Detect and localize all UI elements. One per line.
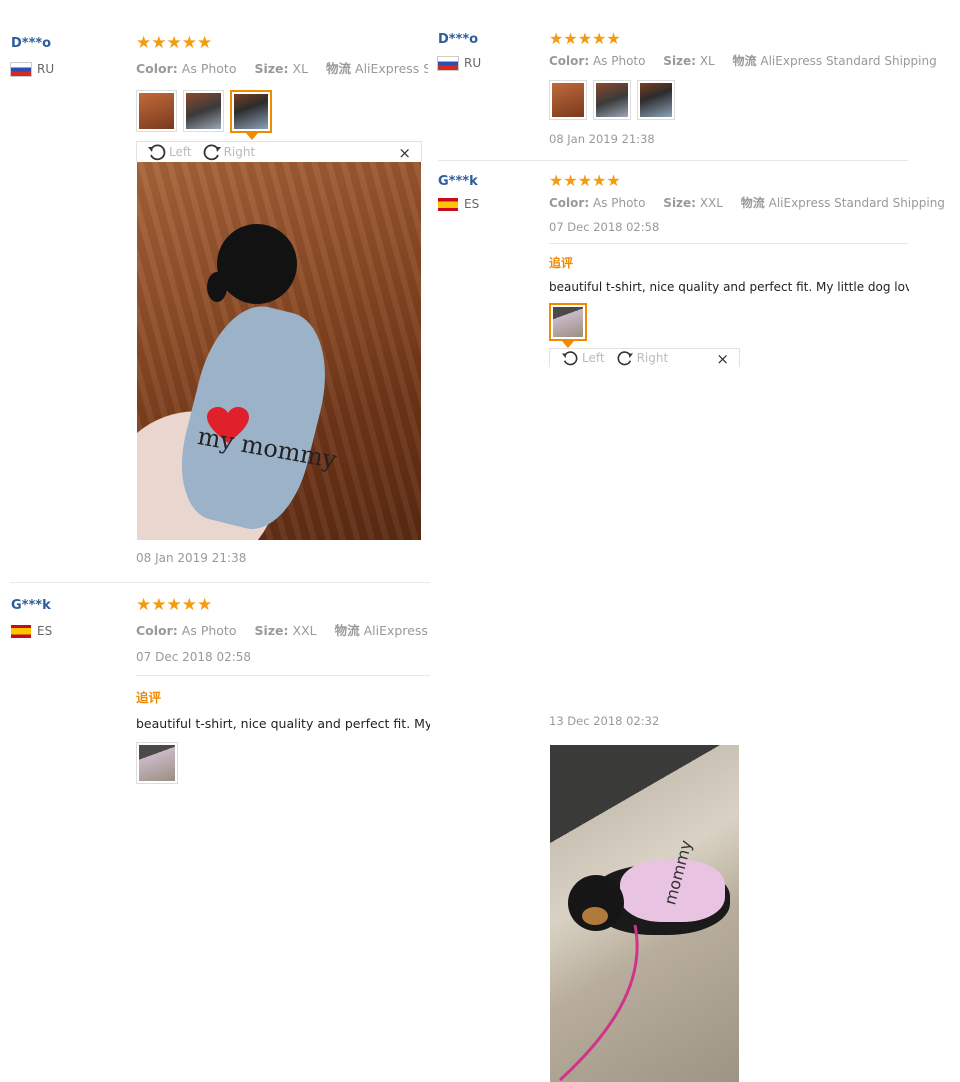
rotate-left-label: Left bbox=[169, 145, 192, 159]
rotate-left-button[interactable]: Left bbox=[147, 143, 192, 161]
order-info: Color: As Photo Size: XXL 物流 AliExpress … bbox=[549, 194, 949, 211]
color-label: Color: bbox=[549, 196, 590, 210]
leash-shape bbox=[558, 924, 639, 1082]
russia-flag-icon bbox=[437, 55, 459, 71]
rotate-right-icon bbox=[617, 351, 633, 366]
color-value: As Photo bbox=[181, 623, 237, 638]
order-info: Color: As Photo Size: XL 物流 AliExpress S… bbox=[136, 58, 428, 77]
shipping-label: 物流 bbox=[740, 196, 765, 210]
color-label: Color: bbox=[136, 623, 178, 638]
review-date: 07 Dec 2018 02:58 bbox=[549, 220, 660, 234]
order-info: Color: As Photo Size: XXL 物流 AliExpress … bbox=[136, 620, 428, 639]
size-label: Size: bbox=[663, 54, 696, 68]
dog-ear-shape bbox=[207, 272, 227, 302]
photo-viewer-toolbar: Left Right × bbox=[549, 348, 740, 368]
caret-down-icon bbox=[562, 341, 574, 348]
spain-flag-icon bbox=[11, 624, 31, 638]
country-code: ES bbox=[464, 197, 480, 211]
star-rating: ★★★★★ bbox=[549, 171, 621, 190]
review-text: beautiful t-shirt, nice quality and perf… bbox=[136, 716, 430, 731]
country-code: ES bbox=[37, 624, 53, 638]
review-divider bbox=[549, 243, 908, 244]
order-info: Color: As Photo Size: XL 物流 AliExpress S… bbox=[549, 52, 949, 69]
size-value: XXL bbox=[699, 196, 723, 210]
dog-shirt-shape bbox=[167, 295, 342, 539]
reviewer-country: RU bbox=[10, 61, 55, 77]
shipping-label: 物流 bbox=[334, 623, 360, 638]
review-photo-thumbnail[interactable] bbox=[136, 90, 177, 132]
color-value: As Photo bbox=[592, 54, 646, 68]
reviewer-name[interactable]: D***o bbox=[438, 32, 478, 47]
country-code: RU bbox=[37, 62, 55, 76]
review-date: 07 Dec 2018 02:58 bbox=[136, 650, 252, 664]
photo-date: 13 Dec 2018 02:32 bbox=[549, 714, 660, 728]
rotate-left-label: Left bbox=[582, 351, 605, 365]
color-label: Color: bbox=[136, 61, 178, 76]
review-photo-thumbnail[interactable] bbox=[549, 80, 587, 120]
photo-viewer-toolbar: Left Right × bbox=[136, 141, 422, 162]
size-label: Size: bbox=[254, 623, 289, 638]
rotate-right-icon bbox=[203, 144, 221, 161]
shipping-value: AliExpress Standard Shipping bbox=[363, 623, 428, 638]
shipping-value: AliExpress Standard Shipping bbox=[768, 196, 945, 210]
review-divider bbox=[438, 160, 908, 161]
additional-review-label: 追评 bbox=[549, 256, 574, 270]
reviewer-country: RU bbox=[437, 55, 482, 71]
color-value: As Photo bbox=[592, 196, 646, 210]
review-divider bbox=[10, 582, 430, 583]
reviewer-name[interactable]: G***k bbox=[438, 174, 478, 189]
review-date: 08 Jan 2019 21:38 bbox=[136, 551, 247, 565]
shipping-label: 物流 bbox=[732, 54, 757, 68]
color-value: As Photo bbox=[181, 61, 237, 76]
rotate-left-button[interactable]: Left bbox=[560, 350, 605, 366]
size-value: XXL bbox=[292, 623, 317, 638]
additional-review-label: 追评 bbox=[136, 690, 162, 705]
star-rating: ★★★★★ bbox=[136, 33, 213, 53]
country-code: RU bbox=[464, 56, 482, 70]
size-value: XL bbox=[699, 54, 715, 68]
shipping-value: AliExpress Standard Shipping bbox=[355, 61, 428, 76]
rotate-left-icon bbox=[148, 144, 166, 161]
dog-head-shape bbox=[217, 224, 297, 304]
review-photo-thumbnail[interactable] bbox=[183, 90, 224, 132]
rotate-right-label: Right bbox=[223, 145, 256, 159]
shipping-value: AliExpress Standard Shipping bbox=[760, 54, 937, 68]
review-photo-large: mommy bbox=[550, 745, 739, 1082]
star-rating: ★★★★★ bbox=[136, 595, 213, 615]
review-photo-large: my mommy bbox=[137, 162, 421, 540]
reviewer-name[interactable]: G***k bbox=[11, 598, 51, 613]
review-photo-thumbnail[interactable] bbox=[136, 742, 178, 784]
review-photo-thumbnail[interactable] bbox=[593, 80, 631, 120]
reviewer-country: ES bbox=[11, 624, 52, 638]
star-rating: ★★★★★ bbox=[549, 29, 621, 48]
shipping-label: 物流 bbox=[326, 61, 352, 76]
size-value: XL bbox=[292, 61, 309, 76]
russia-flag-icon bbox=[10, 61, 32, 77]
review-divider bbox=[136, 675, 430, 676]
size-label: Size: bbox=[254, 61, 289, 76]
close-viewer-button[interactable]: × bbox=[398, 144, 411, 162]
reviewer-name[interactable]: D***o bbox=[11, 36, 51, 51]
review-date: 08 Jan 2019 21:38 bbox=[549, 132, 655, 146]
review-text: beautiful t-shirt, nice quality and perf… bbox=[549, 280, 909, 294]
rotate-left-icon bbox=[562, 351, 578, 366]
color-label: Color: bbox=[549, 54, 590, 68]
size-label: Size: bbox=[663, 196, 696, 210]
spain-flag-icon bbox=[438, 197, 458, 211]
review-photo-thumbnail-active[interactable] bbox=[549, 303, 587, 341]
review-photo-thumbnail[interactable] bbox=[637, 80, 675, 120]
reviewer-country: ES bbox=[438, 197, 479, 211]
caret-down-icon bbox=[246, 133, 258, 140]
review-photo-thumbnail-active[interactable] bbox=[230, 90, 272, 133]
rotate-right-label: Right bbox=[636, 351, 669, 365]
close-viewer-button[interactable]: × bbox=[716, 350, 729, 368]
rotate-right-button[interactable]: Right bbox=[615, 350, 669, 366]
rotate-right-button[interactable]: Right bbox=[202, 143, 256, 161]
